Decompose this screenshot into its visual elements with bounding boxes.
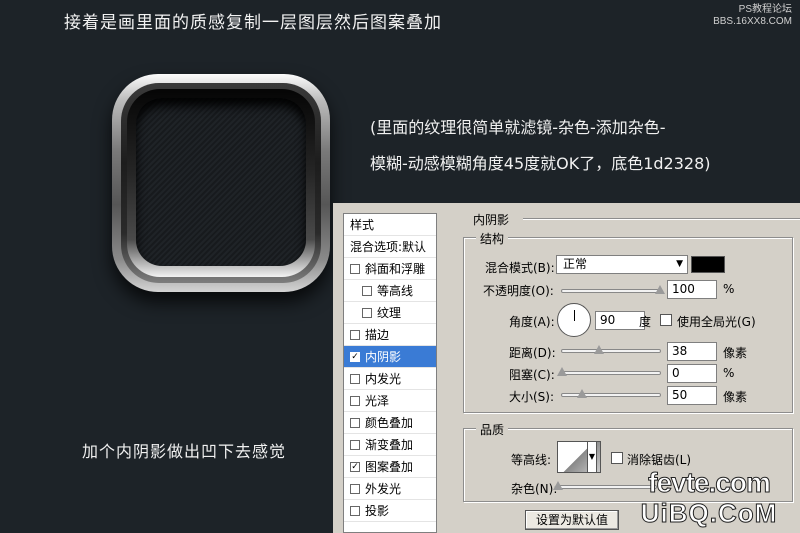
style-item-label: 内发光 xyxy=(365,371,402,386)
choke-label: 阻塞(C): xyxy=(509,368,555,382)
choke-slider-thumb[interactable] xyxy=(557,367,567,376)
antialias-checkbox[interactable] xyxy=(611,452,623,464)
style-item-label: 投影 xyxy=(365,503,390,518)
set-default-button[interactable]: 设置为默认值 xyxy=(525,510,620,530)
style-item[interactable]: 等高线 xyxy=(344,280,436,302)
icon-ring xyxy=(127,89,315,277)
style-item-checkbox[interactable]: ✓ xyxy=(350,461,360,472)
style-item-checkbox[interactable] xyxy=(362,285,372,296)
style-item[interactable]: 内发光 xyxy=(344,368,436,390)
style-item-label: 斜面和浮雕 xyxy=(365,261,426,276)
distance-slider[interactable] xyxy=(561,345,661,354)
global-light-label: 使用全局光(G) xyxy=(677,315,756,329)
size-slider-thumb[interactable] xyxy=(576,389,587,398)
choke-slider[interactable] xyxy=(557,367,661,376)
quality-title: 品质 xyxy=(476,421,509,438)
antialias-label: 消除锯齿(L) xyxy=(627,453,692,467)
panel-title-divider xyxy=(523,218,800,220)
style-item[interactable]: 渐变叠加 xyxy=(344,434,436,456)
style-item-label: 描边 xyxy=(365,327,390,342)
style-item-label: 光泽 xyxy=(365,393,390,408)
description-line-1: (里面的纹理很简单就滤镜-杂色-添加杂色- xyxy=(370,118,666,137)
site-logo: fevte.com UiBQ.CoM xyxy=(618,467,800,533)
panel-title: 内阴影 xyxy=(473,213,510,227)
noise-label: 杂色(N): xyxy=(511,482,558,496)
style-item-checkbox[interactable] xyxy=(362,307,372,318)
style-item-checkbox[interactable] xyxy=(350,417,360,428)
style-item-label: 颜色叠加 xyxy=(365,415,414,430)
description-line-2: 模糊-动感模糊角度45度就OK了，底色1d2328) xyxy=(370,154,711,173)
texture-description: (里面的纹理很简单就滤镜-杂色-添加杂色- 模糊-动感模糊角度45度就OK了，底… xyxy=(370,110,711,182)
distance-input[interactable]: 38 xyxy=(667,342,717,361)
angle-input[interactable]: 90 xyxy=(595,311,645,330)
styles-list: 样式 混合选项:默认 斜面和浮雕等高线纹理描边 ✓ 内阴影内发光光泽颜色叠加渐变叠加… xyxy=(343,213,437,533)
icon-textured-face xyxy=(136,98,306,266)
style-item[interactable]: ✓ 图案叠加 xyxy=(344,456,436,478)
site-logo-top: fevte.com xyxy=(648,467,772,499)
distance-label: 距离(D): xyxy=(509,346,556,360)
opacity-label: 不透明度(O): xyxy=(483,284,554,298)
blend-mode-select[interactable]: 正常 ▼ xyxy=(556,255,688,274)
global-light-checkbox[interactable] xyxy=(660,314,672,326)
choke-unit: % xyxy=(723,366,735,380)
opacity-unit: % xyxy=(723,282,735,296)
chevron-down-icon: ▼ xyxy=(676,259,683,269)
icon-bezel xyxy=(121,83,321,283)
styles-header[interactable]: 样式 xyxy=(344,214,436,236)
inner-shadow-note: 加个内阴影做出凹下去感觉 xyxy=(82,442,287,461)
shadow-color-swatch[interactable] xyxy=(691,256,725,273)
style-item[interactable]: 斜面和浮雕 xyxy=(344,258,436,280)
size-slider[interactable] xyxy=(561,389,661,398)
watermark: PS教程论坛 BBS.16XX8.COM xyxy=(713,4,792,28)
blend-options-item[interactable]: 混合选项:默认 xyxy=(344,236,436,258)
style-item[interactable]: 光泽 xyxy=(344,390,436,412)
watermark-line-1: PS教程论坛 xyxy=(738,4,792,15)
style-item-checkbox[interactable] xyxy=(350,439,360,450)
style-item[interactable]: ✓ 内阴影 xyxy=(344,346,436,368)
page-title: 接着是画里面的质感复制一层图层然后图案叠加 xyxy=(64,13,442,33)
opacity-slider-thumb[interactable] xyxy=(655,285,665,294)
style-item[interactable]: 颜色叠加 xyxy=(344,412,436,434)
style-item-label: 等高线 xyxy=(377,283,414,298)
size-unit: 像素 xyxy=(723,390,748,404)
contour-dropdown[interactable]: ▼ xyxy=(587,441,597,473)
style-item-checkbox[interactable] xyxy=(350,505,360,516)
choke-input[interactable]: 0 xyxy=(667,364,717,383)
structure-title: 结构 xyxy=(476,230,509,247)
style-item-checkbox[interactable] xyxy=(350,373,360,384)
style-item[interactable]: 纹理 xyxy=(344,302,436,324)
style-item-label: 纹理 xyxy=(377,305,402,320)
size-label: 大小(S): xyxy=(509,390,555,404)
style-item[interactable]: 投影 xyxy=(344,500,436,522)
opacity-input[interactable]: 100 xyxy=(667,280,717,299)
style-item[interactable]: 外发光 xyxy=(344,478,436,500)
metal-app-icon xyxy=(112,74,330,292)
opacity-slider[interactable] xyxy=(561,285,665,294)
style-item-checkbox[interactable] xyxy=(350,329,360,340)
distance-unit: 像素 xyxy=(723,346,748,360)
watermark-line-2: BBS.16XX8.COM xyxy=(713,16,792,27)
blend-mode-label: 混合模式(B): xyxy=(485,261,555,275)
style-item[interactable]: 描边 xyxy=(344,324,436,346)
style-item-checkbox[interactable] xyxy=(350,263,360,274)
style-item-checkbox[interactable]: ✓ xyxy=(350,351,360,362)
contour-label: 等高线: xyxy=(511,453,552,467)
noise-slider-thumb[interactable] xyxy=(553,481,563,490)
chevron-down-icon: ▼ xyxy=(588,452,596,461)
distance-slider-thumb[interactable] xyxy=(594,345,605,354)
style-item-label: 图案叠加 xyxy=(365,459,414,474)
site-logo-bottom: UiBQ.CoM xyxy=(640,498,778,528)
angle-dial[interactable] xyxy=(557,303,591,337)
style-item-label: 内阴影 xyxy=(365,349,402,364)
size-input[interactable]: 50 xyxy=(667,386,717,405)
angle-label: 角度(A): xyxy=(509,315,555,329)
blend-mode-value: 正常 xyxy=(563,257,588,271)
style-item-label: 外发光 xyxy=(365,481,402,496)
style-item-label: 渐变叠加 xyxy=(365,437,414,452)
style-item-checkbox[interactable] xyxy=(350,395,360,406)
style-item-checkbox[interactable] xyxy=(350,483,360,494)
angle-unit: 度 xyxy=(639,315,652,329)
